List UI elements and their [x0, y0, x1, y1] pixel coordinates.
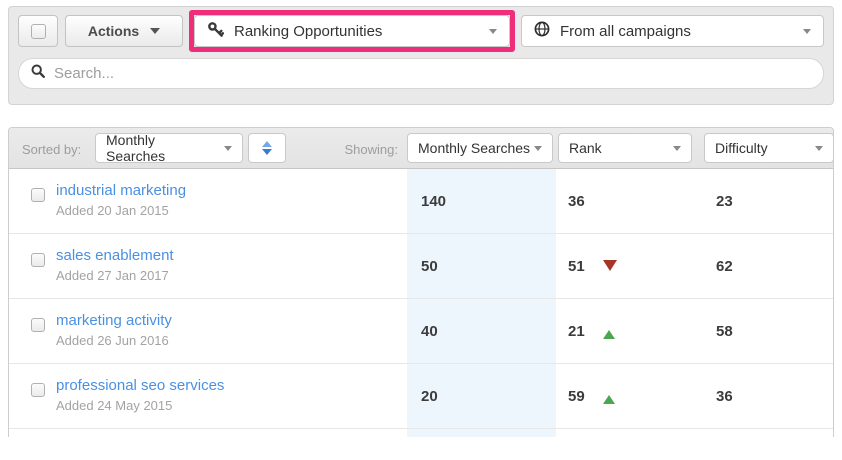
monthly-searches-cell: 40	[407, 299, 556, 363]
monthly-searches-value: 40	[421, 323, 438, 340]
keyword-link[interactable]: industrial marketing	[56, 182, 186, 199]
rank-change-icon	[603, 395, 615, 404]
monthly-searches-cell: 20	[407, 364, 556, 428]
keyword-added-date: Added 24 May 2015	[56, 398, 224, 413]
search-input[interactable]	[54, 65, 811, 82]
keywords-table: Sorted by: Monthly Searches Showing: Mon…	[8, 127, 834, 437]
keyword-link[interactable]: marketing activity	[56, 312, 172, 329]
rank-cell: 36	[568, 169, 585, 233]
monthly-searches-value: 20	[421, 388, 438, 405]
sorted-by-label: Sorted by:	[22, 142, 81, 157]
keyword-cell: professional seo services Added 24 May 2…	[56, 377, 224, 413]
keyword-cell: industrial marketing Added 20 Jan 2015	[56, 182, 186, 218]
keyword-link[interactable]: sales enablement	[56, 247, 174, 264]
difficulty-cell: 58	[716, 299, 733, 363]
column-dropdown-label: Monthly Searches	[418, 140, 530, 156]
campaign-filter-dropdown[interactable]: From all campaigns	[521, 15, 824, 47]
table-row: marketing activity Added 26 Jun 2016 40 …	[9, 299, 833, 364]
keyword-filter-value: Ranking Opportunities	[234, 23, 382, 40]
select-all-button[interactable]	[18, 15, 58, 47]
monthly-searches-column-sliver	[407, 429, 556, 437]
table-row: industrial marketing Added 20 Jan 2015 1…	[9, 169, 833, 234]
difficulty-value: 58	[716, 323, 733, 340]
table-row-partial	[9, 429, 833, 437]
column-dropdown-label: Rank	[569, 140, 602, 156]
rank-change-icon	[603, 330, 615, 339]
campaign-filter-value: From all campaigns	[560, 23, 691, 40]
chevron-down-icon	[150, 28, 160, 34]
row-checkbox[interactable]	[31, 383, 45, 397]
actions-button-label: Actions	[88, 23, 139, 39]
column-dropdown-difficulty[interactable]: Difficulty	[704, 133, 834, 163]
row-checkbox[interactable]	[31, 188, 45, 202]
rank-change-icon	[603, 260, 617, 271]
rank-value: 21	[568, 323, 585, 340]
table-row: sales enablement Added 27 Jan 2017 50 51…	[9, 234, 833, 299]
search-bar[interactable]	[18, 58, 824, 89]
monthly-searches-value: 50	[421, 258, 438, 275]
column-dropdown-rank[interactable]: Rank	[558, 133, 692, 163]
sort-by-dropdown[interactable]: Monthly Searches	[95, 133, 243, 163]
table-header: Sorted by: Monthly Searches Showing: Mon…	[9, 128, 833, 169]
difficulty-cell: 23	[716, 169, 733, 233]
difficulty-cell: 36	[716, 364, 733, 428]
keyword-filter-dropdown[interactable]: Ranking Opportunities	[194, 15, 510, 47]
keyword-cell: marketing activity Added 26 Jun 2016	[56, 312, 172, 348]
keyword-added-date: Added 27 Jan 2017	[56, 268, 174, 283]
search-row	[18, 58, 824, 89]
chevron-down-icon	[224, 146, 232, 151]
chevron-down-icon	[803, 29, 811, 34]
rank-value: 59	[568, 388, 585, 405]
difficulty-value: 36	[716, 388, 733, 405]
chevron-down-icon	[815, 146, 823, 151]
monthly-searches-value: 140	[421, 193, 446, 210]
row-checkbox[interactable]	[31, 318, 45, 332]
sort-direction-button[interactable]	[248, 133, 286, 163]
showing-label: Showing:	[303, 142, 398, 157]
toolbar-row: Actions Ranking Opportunities	[18, 15, 824, 47]
sort-by-value: Monthly Searches	[106, 132, 216, 164]
chevron-down-icon	[489, 29, 497, 34]
chevron-down-icon	[534, 146, 542, 151]
arrow-down-icon	[262, 149, 272, 155]
column-dropdown-monthly-searches[interactable]: Monthly Searches	[407, 133, 553, 163]
rank-cell: 21	[568, 299, 615, 363]
difficulty-value: 23	[716, 193, 733, 210]
difficulty-value: 62	[716, 258, 733, 275]
arrow-up-icon	[262, 141, 272, 147]
rank-cell: 59	[568, 364, 615, 428]
column-dropdown-label: Difficulty	[715, 140, 768, 156]
keyword-cell: sales enablement Added 27 Jan 2017	[56, 247, 174, 283]
toolbar: Actions Ranking Opportunities	[8, 6, 834, 105]
search-icon	[31, 64, 45, 83]
monthly-searches-cell: 140	[407, 169, 556, 233]
keyword-added-date: Added 20 Jan 2015	[56, 203, 186, 218]
actions-button[interactable]: Actions	[65, 15, 183, 47]
monthly-searches-cell: 50	[407, 234, 556, 298]
table-row: professional seo services Added 24 May 2…	[9, 364, 833, 429]
row-checkbox[interactable]	[31, 253, 45, 267]
rank-value: 51	[568, 258, 585, 275]
globe-icon	[534, 21, 550, 41]
rank-value: 36	[568, 193, 585, 210]
select-all-checkbox[interactable]	[31, 24, 46, 39]
chevron-down-icon	[673, 146, 681, 151]
keyword-filter-highlight: Ranking Opportunities	[189, 10, 515, 52]
key-icon	[207, 21, 224, 42]
rank-cell: 51	[568, 234, 617, 298]
keyword-link[interactable]: professional seo services	[56, 377, 224, 394]
table-body: industrial marketing Added 20 Jan 2015 1…	[9, 169, 833, 429]
keyword-added-date: Added 26 Jun 2016	[56, 333, 172, 348]
difficulty-cell: 62	[716, 234, 733, 298]
